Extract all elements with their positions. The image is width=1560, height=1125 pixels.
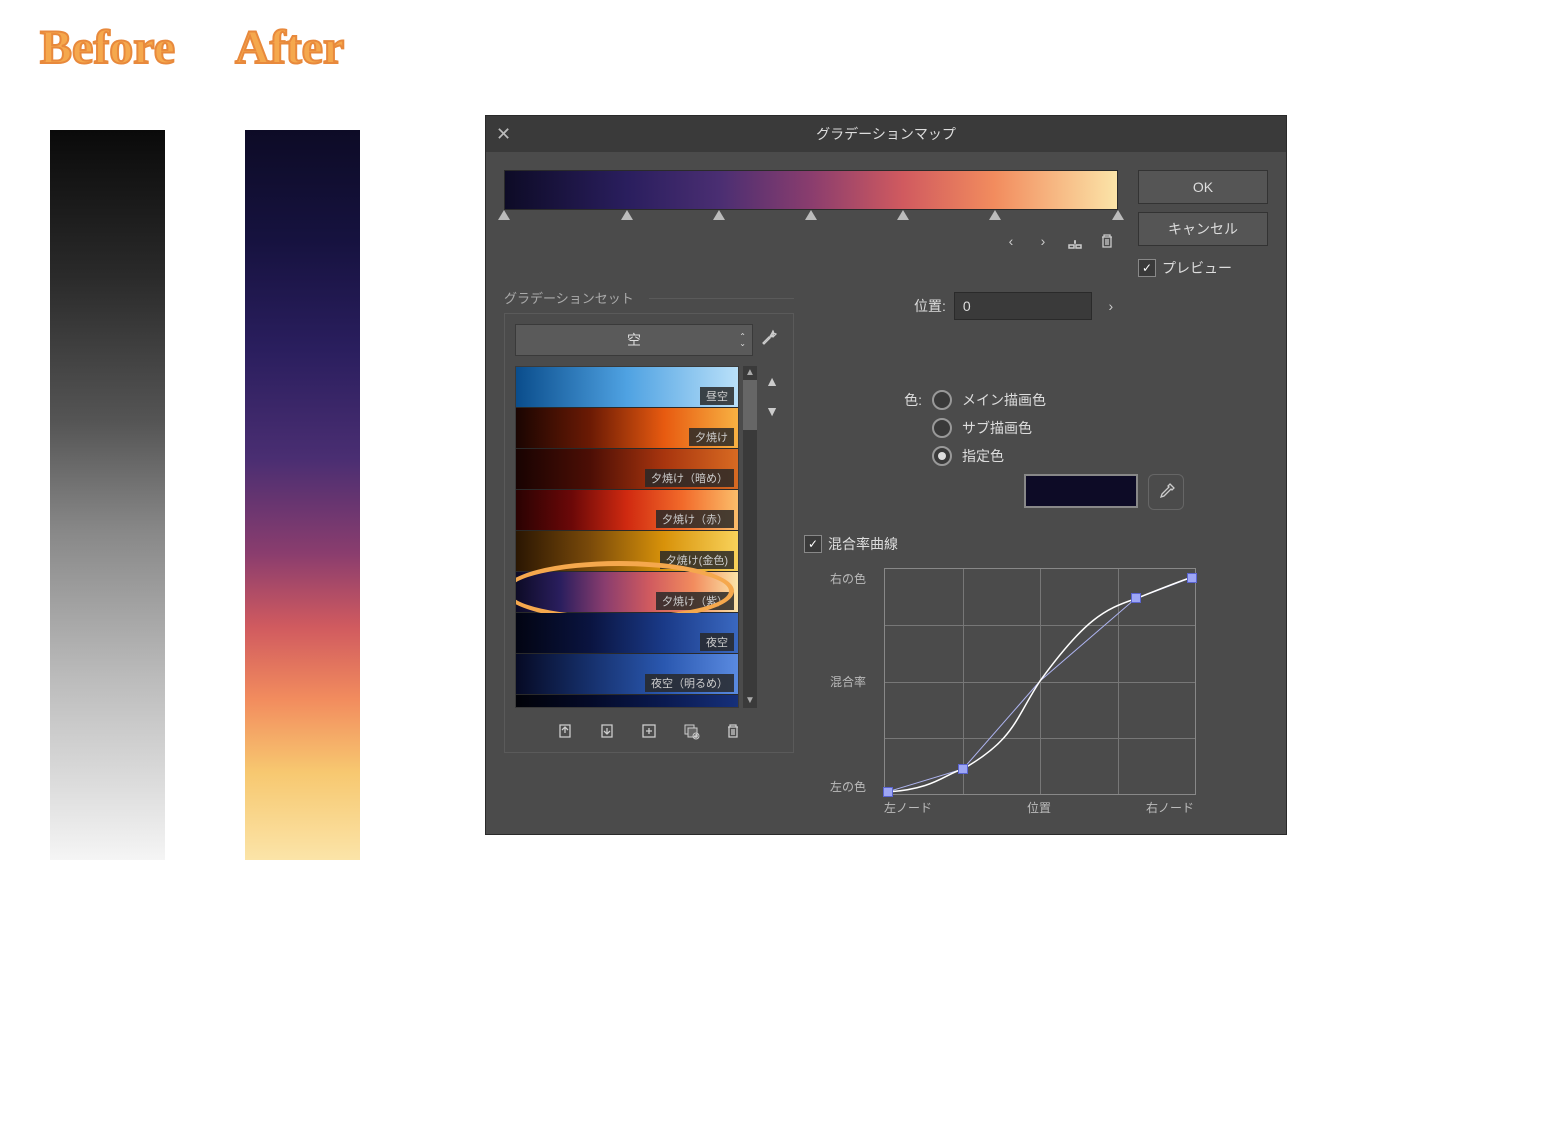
scroll-thumb[interactable] bbox=[743, 380, 757, 430]
before-label: Before bbox=[40, 20, 175, 75]
gradient-list-item[interactable]: 夕焼け（紫） bbox=[516, 572, 738, 613]
dialog-titlebar[interactable]: ✕ グラデーションマップ bbox=[486, 116, 1286, 152]
preview-strips bbox=[50, 130, 360, 860]
move-up-icon[interactable]: ▲ bbox=[761, 370, 783, 392]
wrench-icon[interactable] bbox=[759, 328, 783, 352]
add-stop-icon[interactable] bbox=[1064, 230, 1086, 252]
new-gradient-icon[interactable] bbox=[638, 720, 660, 742]
gradient-list-scrollbar[interactable]: ▲ ▼ bbox=[743, 366, 757, 708]
close-icon[interactable]: ✕ bbox=[496, 124, 511, 145]
gradient-stop-marker[interactable] bbox=[805, 210, 817, 220]
curve-checkbox-label: 混合率曲線 bbox=[828, 534, 898, 554]
export-icon[interactable] bbox=[596, 720, 618, 742]
sub-color-radio[interactable] bbox=[932, 418, 952, 438]
sub-color-radio-label: サブ描画色 bbox=[962, 418, 1032, 438]
import-icon[interactable] bbox=[554, 720, 576, 742]
next-stop-icon[interactable]: › bbox=[1032, 230, 1054, 252]
gradient-item-label: 夕焼け（紫） bbox=[656, 592, 734, 610]
header-labels: Before After bbox=[40, 20, 1560, 75]
curve-handle[interactable] bbox=[958, 764, 968, 774]
gradient-set-dropdown[interactable]: 空 bbox=[515, 324, 753, 356]
gradient-preview-bar[interactable] bbox=[504, 170, 1118, 210]
curve-handle[interactable] bbox=[883, 787, 893, 797]
after-strip bbox=[245, 130, 360, 860]
position-chevron-icon[interactable]: › bbox=[1100, 295, 1122, 317]
curve-y-top-label: 右の色 bbox=[830, 570, 866, 587]
scroll-down-icon[interactable]: ▼ bbox=[743, 694, 757, 708]
main-color-radio-label: メイン描画色 bbox=[962, 390, 1046, 410]
gradient-set-label: グラデーションセット bbox=[504, 288, 794, 307]
scroll-up-icon[interactable]: ▲ bbox=[743, 366, 757, 380]
gradient-stops[interactable] bbox=[504, 210, 1118, 222]
preview-checkbox-label: プレビュー bbox=[1162, 258, 1232, 278]
gradient-list-item[interactable]: 夕焼け(金色) bbox=[516, 531, 738, 572]
cancel-button[interactable]: キャンセル bbox=[1138, 212, 1268, 246]
curve-x-left-label: 左ノード bbox=[884, 799, 932, 816]
gradient-item-label: 夕焼け（赤） bbox=[656, 510, 734, 528]
after-label: After bbox=[235, 20, 344, 75]
gradient-map-dialog: ✕ グラデーションマップ ‹ › OK キ bbox=[485, 115, 1287, 835]
before-strip bbox=[50, 130, 165, 860]
gradient-set-box: 空 昼空夕焼け夕焼け（暗め） 夕焼け（赤） 夕焼け(金色) 夕焼け（紫） 夜空夜空（明る… bbox=[504, 313, 794, 753]
curve-handle[interactable] bbox=[1131, 593, 1141, 603]
position-input[interactable]: 0 bbox=[954, 292, 1092, 320]
eyedropper-icon[interactable] bbox=[1148, 474, 1184, 510]
move-down-icon[interactable]: ▼ bbox=[761, 400, 783, 422]
gradient-stop-marker[interactable] bbox=[498, 210, 510, 220]
curve-graph[interactable]: 右の色 混合率 左の色 bbox=[884, 568, 1268, 816]
gradient-stop-marker[interactable] bbox=[1112, 210, 1124, 220]
gradient-stop-marker[interactable] bbox=[897, 210, 909, 220]
curve-y-mid-label: 混合率 bbox=[830, 673, 866, 690]
position-label: 位置: bbox=[914, 296, 946, 316]
gradient-item-label: 夕焼け(金色) bbox=[660, 551, 734, 569]
gradient-list-item[interactable]: 夜空（暗め） bbox=[516, 695, 738, 708]
gradient-item-label: 夕焼け（暗め） bbox=[645, 469, 734, 487]
main-color-radio[interactable] bbox=[932, 390, 952, 410]
gradient-set-dropdown-label: 空 bbox=[627, 330, 641, 350]
gradient-item-label: 夜空（明るめ） bbox=[645, 674, 734, 692]
dialog-title: グラデーションマップ bbox=[816, 124, 956, 144]
ok-button[interactable]: OK bbox=[1138, 170, 1268, 204]
gradient-item-label: 昼空 bbox=[700, 387, 734, 405]
gradient-list-item[interactable]: 夕焼け bbox=[516, 408, 738, 449]
curve-x-right-label: 右ノード bbox=[1146, 799, 1194, 816]
color-swatch[interactable] bbox=[1024, 474, 1138, 508]
curve-handle[interactable] bbox=[1187, 573, 1197, 583]
gradient-list-item[interactable]: 夕焼け（暗め） bbox=[516, 449, 738, 490]
gradient-list-item[interactable]: 夜空（明るめ） bbox=[516, 654, 738, 695]
gradient-list-item[interactable]: 昼空 bbox=[516, 367, 738, 408]
gradient-list-item[interactable]: 夕焼け（赤） bbox=[516, 490, 738, 531]
curve-x-mid-label: 位置 bbox=[1027, 799, 1051, 816]
duplicate-gradient-icon[interactable] bbox=[680, 720, 702, 742]
preview-checkbox[interactable]: ✓ bbox=[1138, 259, 1156, 277]
gradient-list[interactable]: 昼空夕焼け夕焼け（暗め） 夕焼け（赤） 夕焼け(金色) 夕焼け（紫） 夜空夜空（明るめ）… bbox=[515, 366, 739, 708]
gradient-nav-icons: ‹ › bbox=[504, 230, 1118, 252]
curve-y-bottom-label: 左の色 bbox=[830, 778, 866, 795]
specified-color-radio-label: 指定色 bbox=[962, 446, 1004, 466]
specified-color-radio[interactable] bbox=[932, 446, 952, 466]
trash-icon[interactable] bbox=[1096, 230, 1118, 252]
prev-stop-icon[interactable]: ‹ bbox=[1000, 230, 1022, 252]
delete-gradient-icon[interactable] bbox=[722, 720, 744, 742]
gradient-stop-marker[interactable] bbox=[621, 210, 633, 220]
gradient-stop-marker[interactable] bbox=[713, 210, 725, 220]
gradient-stop-marker[interactable] bbox=[989, 210, 1001, 220]
gradient-item-label: 夕焼け bbox=[689, 428, 734, 446]
curve-checkbox[interactable]: ✓ bbox=[804, 535, 822, 553]
gradient-list-item[interactable]: 夜空 bbox=[516, 613, 738, 654]
gradient-item-label: 夜空 bbox=[700, 633, 734, 651]
color-label: 色: bbox=[894, 390, 922, 410]
